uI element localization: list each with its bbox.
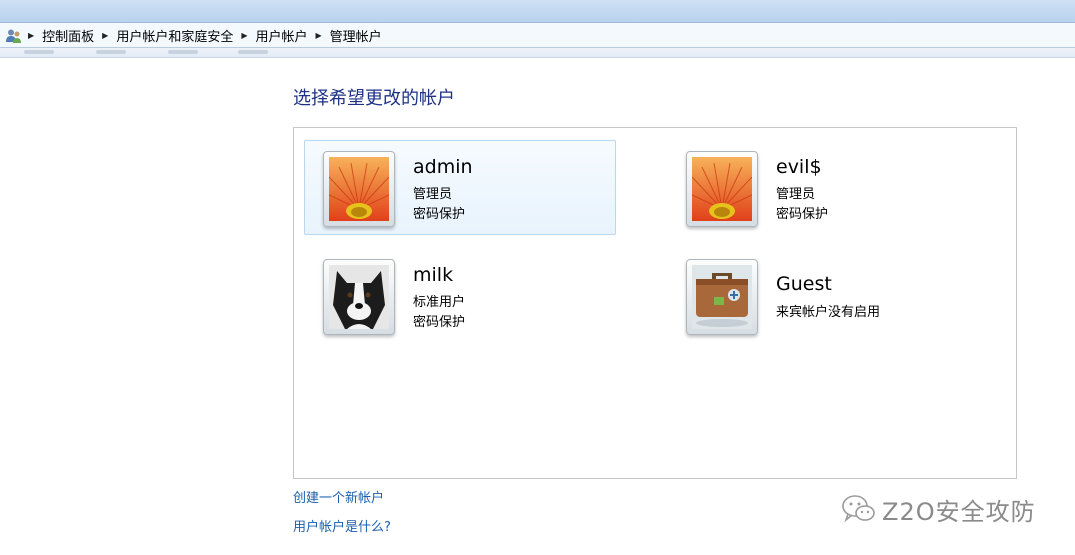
orange-flower-picture-icon bbox=[692, 157, 752, 221]
window-title-bar bbox=[0, 0, 1075, 22]
breadcrumb-item-control-panel[interactable]: ▶ 控制面板 bbox=[28, 26, 94, 45]
account-type: 来宾帐户没有启用 bbox=[776, 305, 881, 320]
chevron-right-icon[interactable]: ▶ bbox=[316, 31, 322, 40]
create-account-link[interactable]: 创建一个新帐户 bbox=[293, 487, 384, 506]
breadcrumb-item-user-accounts-family-safety[interactable]: ▶ 用户帐户和家庭安全 bbox=[102, 26, 233, 45]
orange-flower-picture-icon bbox=[329, 157, 389, 221]
account-name: evil$ bbox=[776, 156, 822, 178]
account-name: milk bbox=[413, 264, 454, 286]
account-picture bbox=[686, 259, 758, 335]
menu-placeholder bbox=[24, 50, 54, 54]
account-picture bbox=[323, 151, 395, 227]
account-tile-evil[interactable]: evil$ 管理员 密码保护 bbox=[667, 140, 979, 235]
menu-placeholder bbox=[168, 50, 198, 54]
chevron-right-icon[interactable]: ▶ bbox=[28, 31, 34, 40]
account-name: Guest bbox=[776, 273, 832, 295]
breadcrumb-item-manage-accounts[interactable]: ▶ 管理帐户 bbox=[316, 26, 382, 45]
chevron-right-icon[interactable]: ▶ bbox=[102, 31, 108, 40]
breadcrumb-item-user-accounts[interactable]: ▶ 用户帐户 bbox=[241, 26, 307, 45]
breadcrumb-label: 用户帐户 bbox=[255, 29, 308, 45]
account-name: admin bbox=[413, 156, 473, 178]
accounts-panel: admin 管理员 密码保护 evil$ 管理员 密码保护 milk 标准用户 … bbox=[293, 127, 1017, 479]
account-status: 密码保护 bbox=[413, 315, 466, 330]
watermark: Z2O安全攻防 bbox=[842, 492, 1036, 526]
users-icon bbox=[6, 29, 21, 43]
account-type: 管理员 bbox=[776, 187, 816, 202]
dog-picture-icon bbox=[329, 265, 389, 329]
breadcrumb-label: 用户帐户和家庭安全 bbox=[116, 29, 234, 45]
account-status: 密码保护 bbox=[776, 207, 829, 222]
what-is-account-link[interactable]: 用户帐户是什么? bbox=[293, 516, 391, 535]
address-bar[interactable]: ▶ 控制面板 ▶ 用户帐户和家庭安全 ▶ 用户帐户 ▶ 管理帐户 bbox=[0, 22, 1075, 48]
wechat-icon bbox=[842, 495, 875, 523]
breadcrumb-label: 控制面板 bbox=[42, 29, 95, 45]
chevron-right-icon[interactable]: ▶ bbox=[241, 31, 247, 40]
breadcrumb-label: 管理帐户 bbox=[329, 29, 382, 45]
account-status: 密码保护 bbox=[413, 207, 466, 222]
page-title: 选择希望更改的帐户 bbox=[293, 88, 455, 109]
menu-strip bbox=[0, 48, 1075, 58]
suitcase-picture-icon bbox=[692, 265, 752, 329]
account-type: 管理员 bbox=[413, 187, 453, 202]
breadcrumb: ▶ 控制面板 ▶ 用户帐户和家庭安全 ▶ 用户帐户 ▶ 管理帐户 bbox=[28, 23, 390, 47]
account-picture bbox=[323, 259, 395, 335]
menu-placeholder bbox=[238, 50, 268, 54]
account-tile-admin[interactable]: admin 管理员 密码保护 bbox=[304, 140, 616, 235]
account-picture bbox=[686, 151, 758, 227]
account-type: 标准用户 bbox=[413, 295, 466, 310]
account-tile-milk[interactable]: milk 标准用户 密码保护 bbox=[304, 248, 616, 343]
watermark-text: Z2O安全攻防 bbox=[882, 497, 1036, 526]
account-tile-guest[interactable]: Guest 来宾帐户没有启用 bbox=[667, 248, 979, 343]
menu-placeholder bbox=[96, 50, 126, 54]
